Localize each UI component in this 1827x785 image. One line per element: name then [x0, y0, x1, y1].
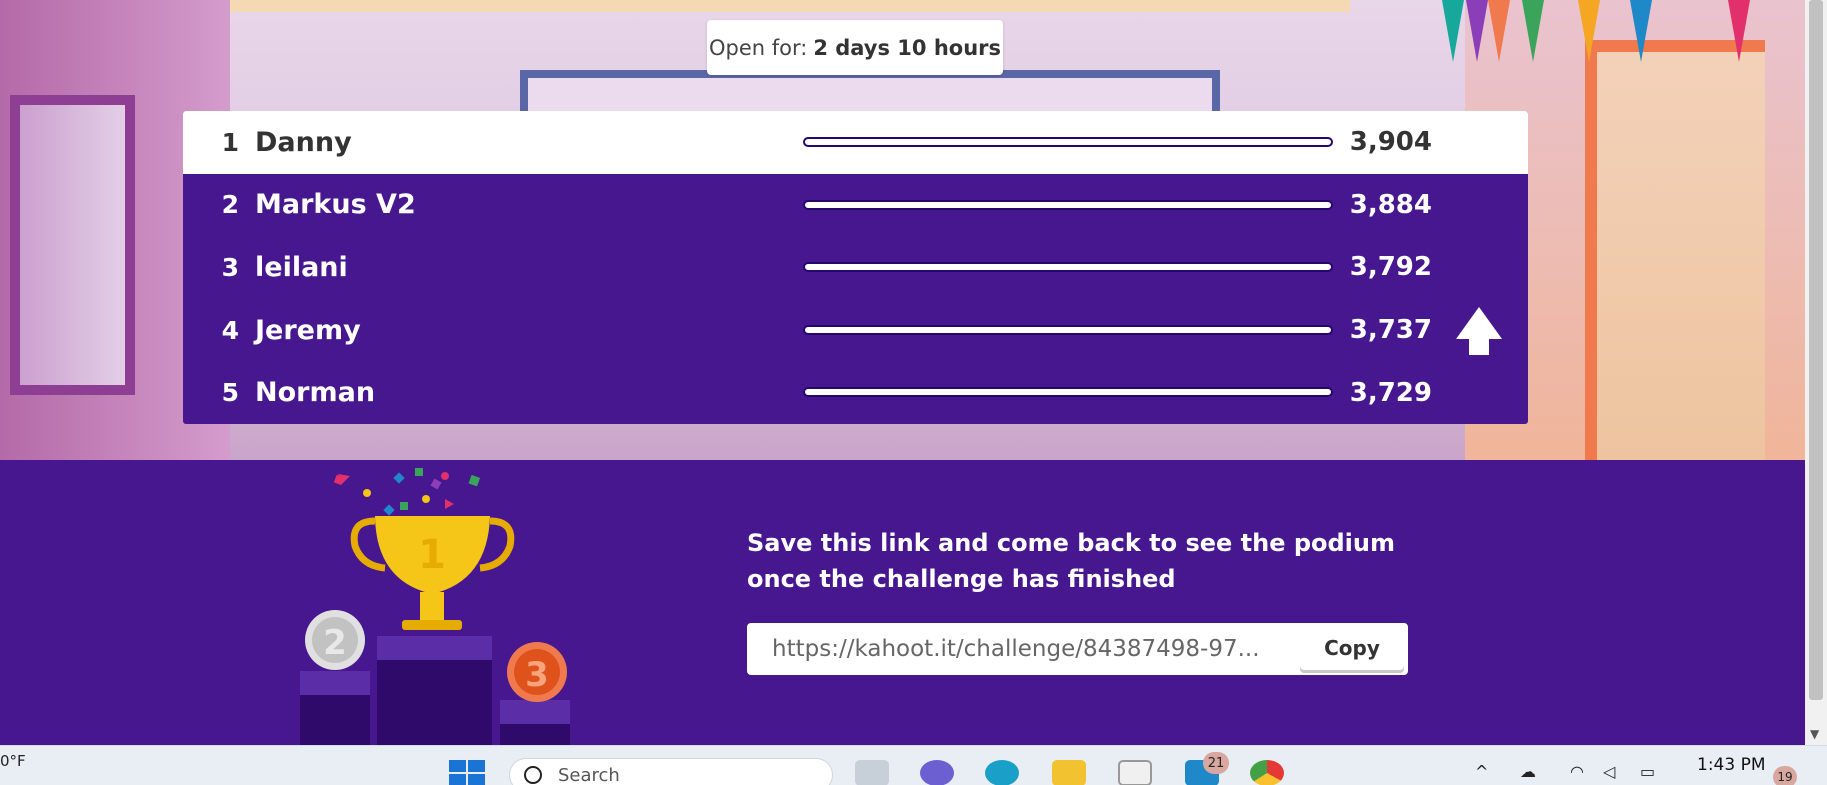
challenge-link-box: Copy [747, 623, 1408, 675]
score-bar [803, 137, 1333, 147]
score: 3,904 [1349, 127, 1432, 158]
leaderboard-row: 4 Jeremy 3,737 [183, 299, 1528, 362]
search-placeholder: Search [558, 764, 620, 785]
score-bar [803, 262, 1333, 273]
first-place-number: 1 [418, 532, 446, 578]
edge-icon[interactable] [985, 760, 1019, 785]
open-for-timer: Open for: 2 days 10 hours [707, 20, 1003, 75]
window-frame [10, 95, 135, 395]
rank: 5 [221, 378, 239, 408]
share-section: 1 2 3 Save this link and come back to se… [0, 460, 1805, 751]
rank: 3 [221, 252, 239, 282]
weather-widget[interactable]: 0°F [0, 752, 26, 770]
leaderboard-row: 3 leilani 3,792 [183, 236, 1528, 299]
challenge-link-field[interactable] [747, 636, 1292, 662]
store-icon[interactable] [1118, 760, 1152, 785]
player-name: leilani [255, 251, 348, 283]
rank: 2 [221, 190, 239, 220]
copy-button[interactable]: Copy [1300, 626, 1404, 670]
leaderboard: 1 Danny 3,904 2 Markus V2 3,884 3 leilan… [183, 111, 1528, 424]
volume-icon[interactable]: ◁ [1603, 762, 1615, 781]
rank: 4 [221, 315, 239, 345]
player-name: Danny [255, 126, 352, 158]
windows-start-icon[interactable] [449, 760, 485, 785]
score: 3,737 [1349, 315, 1432, 346]
leaderboard-row: 2 Markus V2 3,884 [183, 174, 1528, 237]
chevron-up-icon[interactable]: ^ [1475, 762, 1488, 781]
page-scrollbar[interactable]: ▼ [1805, 0, 1827, 745]
scrollbar-thumb[interactable] [1809, 0, 1823, 700]
windows-taskbar: 0°F Search 21 ^ ☁ ◠ ◁ ▭ 1:43 PM 19 [0, 745, 1827, 785]
leaderboard-row: 1 Danny 3,904 [183, 111, 1528, 174]
third-place-number: 3 [525, 655, 549, 695]
notification-badge[interactable]: 19 [1773, 766, 1797, 785]
bunting-flag [1442, 0, 1464, 62]
right-door [1585, 40, 1765, 460]
wifi-icon[interactable]: ◠ [1570, 762, 1584, 781]
player-name: Markus V2 [255, 189, 416, 221]
clock-time[interactable]: 1:43 PM [1697, 755, 1766, 775]
onedrive-icon[interactable]: ☁ [1520, 762, 1536, 781]
chrome-icon[interactable] [1250, 760, 1284, 785]
score-bar [803, 199, 1333, 210]
battery-icon[interactable]: ▭ [1640, 762, 1655, 781]
teams-icon[interactable] [920, 760, 954, 785]
search-icon [524, 766, 542, 784]
score-bar [803, 387, 1333, 398]
player-name: Jeremy [255, 314, 361, 346]
scroll-down-icon[interactable]: ▼ [1810, 727, 1819, 741]
score: 3,884 [1349, 189, 1432, 220]
podium-trophy-illustration: 1 2 3 [300, 468, 570, 751]
mail-badge: 21 [1203, 752, 1229, 774]
player-name: Norman [255, 377, 376, 409]
second-place-number: 2 [323, 623, 347, 663]
rank: 1 [221, 127, 239, 157]
timer-value: 2 days 10 hours [813, 35, 1002, 60]
task-view-icon[interactable] [855, 760, 889, 785]
timer-label: Open for: [708, 35, 808, 60]
save-link-message: Save this link and come back to see the … [747, 529, 1395, 593]
taskbar-search[interactable]: Search [509, 758, 833, 785]
score: 3,792 [1349, 252, 1432, 283]
leaderboard-row: 5 Norman 3,729 [183, 361, 1528, 424]
ceiling [220, 0, 1350, 12]
score: 3,729 [1349, 377, 1432, 408]
score-bar [803, 324, 1333, 335]
rank-up-arrow-icon [1456, 307, 1502, 355]
file-explorer-icon[interactable] [1052, 760, 1086, 785]
